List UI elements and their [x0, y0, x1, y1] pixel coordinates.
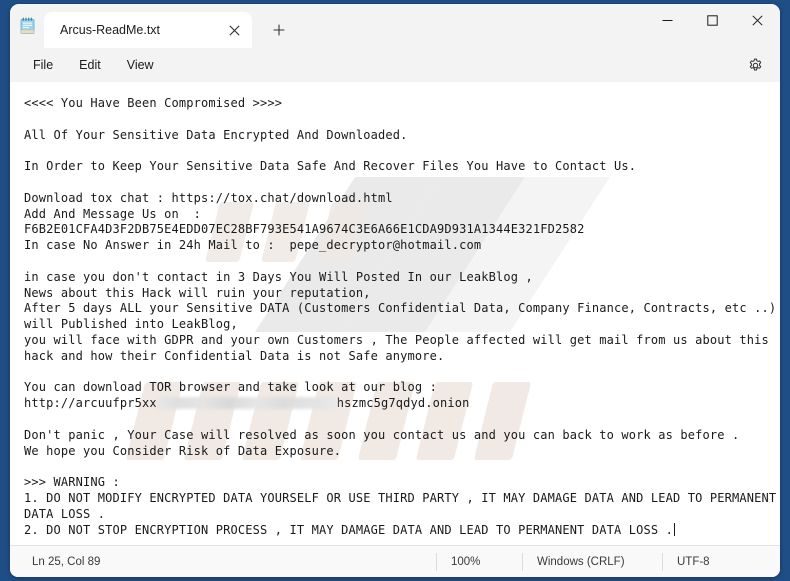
- text-line: [24, 365, 780, 381]
- status-line-ending[interactable]: Windows (CRLF): [522, 553, 662, 571]
- text-line: >>> WARNING :: [24, 475, 780, 491]
- text-line: We hope you Consider Risk of Data Exposu…: [24, 444, 780, 460]
- redaction-blur: [157, 397, 337, 409]
- readme-text[interactable]: <<<< You Have Been Compromised >>>> All …: [10, 82, 780, 545]
- text-line: In Order to Keep Your Sensitive Data Saf…: [24, 159, 780, 175]
- status-encoding[interactable]: UTF-8: [662, 553, 780, 571]
- maximize-icon[interactable]: [690, 4, 735, 36]
- text-line: You can download TOR browser and take lo…: [24, 380, 780, 396]
- text-line: Add And Message Us on :: [24, 207, 780, 223]
- text-line: DATA LOSS .: [24, 507, 780, 523]
- text-line: [24, 143, 780, 159]
- menu-view[interactable]: View: [114, 53, 167, 77]
- status-cursor-position: Ln 25, Col 89: [10, 556, 436, 568]
- text-line: All Of Your Sensitive Data Encrypted And…: [24, 128, 780, 144]
- text-line: Don't panic , Your Case will resolved as…: [24, 428, 780, 444]
- minimize-icon[interactable]: [645, 4, 690, 36]
- title-bar: Arcus-ReadMe.txt: [10, 4, 780, 48]
- menu-bar: File Edit View: [10, 48, 780, 82]
- close-window-icon[interactable]: [735, 4, 780, 36]
- text-line: hack and how their Confidential Data is …: [24, 349, 780, 365]
- text-caret: [674, 523, 675, 536]
- text-line: you will face with GDPR and your own Cus…: [24, 333, 780, 349]
- tab-strip: Arcus-ReadMe.txt: [44, 4, 645, 48]
- text-line: will Published into LeakBlog,: [24, 317, 780, 333]
- new-tab-icon[interactable]: [262, 14, 296, 46]
- window-controls: [645, 4, 780, 48]
- text-line: In case No Answer in 24h Mail to : pepe_…: [24, 238, 780, 254]
- gear-icon[interactable]: [742, 53, 768, 77]
- text-line: [24, 459, 780, 475]
- text-line: [24, 254, 780, 270]
- text-line: [24, 112, 780, 128]
- text-line: F6B2E01CFA4D3F2DB75E4EDD07EC28BF793E541A…: [24, 222, 780, 238]
- text-line: in case you don't contact in 3 Days You …: [24, 270, 780, 286]
- notepad-window: Arcus-ReadMe.txt: [10, 4, 780, 577]
- notepad-icon: [10, 4, 44, 48]
- status-bar: Ln 25, Col 89 100% Windows (CRLF) UTF-8: [10, 545, 780, 577]
- text-line: Download tox chat : https://tox.chat/dow…: [24, 191, 780, 207]
- text-line: News about this Hack will ruin your repu…: [24, 286, 780, 302]
- menu-edit[interactable]: Edit: [66, 53, 114, 77]
- text-line: 1. DO NOT MODIFY ENCRYPTED DATA YOURSELF…: [24, 491, 780, 507]
- text-line: [24, 412, 780, 428]
- close-icon[interactable]: [222, 18, 246, 42]
- onion-url-prefix: http://arcuufpr5xx: [24, 396, 157, 410]
- onion-url-line: http://arcuufpr5xx hszmc5g7qdyd.onion: [24, 396, 780, 412]
- onion-url-suffix: hszmc5g7qdyd.onion: [337, 396, 470, 410]
- text-line: [24, 175, 780, 191]
- text-line: 2. DO NOT STOP ENCRYPTION PROCESS , IT M…: [24, 523, 780, 539]
- text-line: <<<< You Have Been Compromised >>>>: [24, 96, 780, 112]
- menu-file[interactable]: File: [20, 53, 66, 77]
- text-editor-area[interactable]: <<<< You Have Been Compromised >>>> All …: [10, 82, 780, 545]
- status-zoom-level[interactable]: 100%: [436, 553, 522, 571]
- tab-arcus-readme[interactable]: Arcus-ReadMe.txt: [44, 12, 252, 48]
- text-line: After 5 days ALL your Sensitive DATA (Cu…: [24, 301, 780, 317]
- tab-title: Arcus-ReadMe.txt: [60, 23, 222, 37]
